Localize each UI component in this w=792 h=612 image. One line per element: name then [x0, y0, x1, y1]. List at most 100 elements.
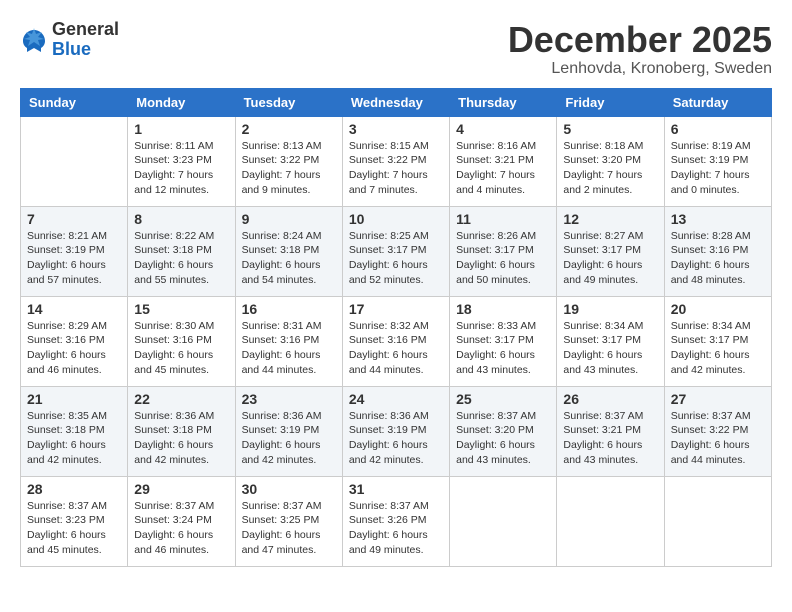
day-info: Sunrise: 8:37 AM Sunset: 3:26 PM Dayligh…: [349, 499, 443, 558]
calendar-cell: 7 Sunrise: 8:21 AM Sunset: 3:19 PM Daylig…: [21, 206, 128, 296]
day-number: 30: [242, 481, 336, 497]
calendar-cell: 2Sunrise: 8:13 AM Sunset: 3:22 PM Daylig…: [235, 116, 342, 206]
day-number: 27: [671, 391, 765, 407]
day-info: Sunrise: 8:37 AM Sunset: 3:20 PM Dayligh…: [456, 409, 550, 468]
day-info: Sunrise: 8:31 AM Sunset: 3:16 PM Dayligh…: [242, 319, 336, 378]
calendar-header-tuesday: Tuesday: [235, 88, 342, 116]
calendar-table: SundayMondayTuesdayWednesdayThursdayFrid…: [20, 88, 772, 567]
calendar-cell: 15 Sunrise: 8:30 AM Sunset: 3:16 PM Dayli…: [128, 296, 235, 386]
calendar-header-friday: Friday: [557, 88, 664, 116]
calendar-cell: 21Sunrise: 8:35 AM Sunset: 3:18 PM Dayli…: [21, 386, 128, 476]
calendar-cell: 23Sunrise: 8:36 AM Sunset: 3:19 PM Dayli…: [235, 386, 342, 476]
day-info: Sunrise: 8:27 AM Sunset: 3:17 PM Dayligh…: [563, 229, 657, 288]
title-area: December 2025 Lenhovda, Kronoberg, Swede…: [508, 20, 772, 78]
calendar-cell: [664, 476, 771, 566]
calendar-cell: 24Sunrise: 8:36 AM Sunset: 3:19 PM Dayli…: [342, 386, 449, 476]
calendar-cell: 4 Sunrise: 8:16 AM Sunset: 3:21 PM Daylig…: [450, 116, 557, 206]
calendar-cell: 22Sunrise: 8:36 AM Sunset: 3:18 PM Dayli…: [128, 386, 235, 476]
day-info: Sunrise: 8:37 AM Sunset: 3:23 PM Dayligh…: [27, 499, 121, 558]
day-number: 17: [349, 301, 443, 317]
day-info: Sunrise: 8:26 AM Sunset: 3:17 PM Dayligh…: [456, 229, 550, 288]
day-number: 9: [242, 211, 336, 227]
day-number: 21: [27, 391, 121, 407]
day-number: 10: [349, 211, 443, 227]
calendar-header-thursday: Thursday: [450, 88, 557, 116]
month-title: December 2025: [508, 20, 772, 60]
day-number: 20: [671, 301, 765, 317]
day-info: Sunrise: 8:11 AM Sunset: 3:23 PM Dayligh…: [134, 139, 228, 198]
day-number: 26: [563, 391, 657, 407]
day-number: 15: [134, 301, 228, 317]
calendar-cell: 12 Sunrise: 8:27 AM Sunset: 3:17 PM Dayli…: [557, 206, 664, 296]
day-number: 12: [563, 211, 657, 227]
day-number: 7: [27, 211, 121, 227]
calendar-cell: 8 Sunrise: 8:22 AM Sunset: 3:18 PM Daylig…: [128, 206, 235, 296]
week-row-5: 28Sunrise: 8:37 AM Sunset: 3:23 PM Dayli…: [21, 476, 772, 566]
calendar-header-wednesday: Wednesday: [342, 88, 449, 116]
day-info: Sunrise: 8:34 AM Sunset: 3:17 PM Dayligh…: [671, 319, 765, 378]
calendar-cell: 28Sunrise: 8:37 AM Sunset: 3:23 PM Dayli…: [21, 476, 128, 566]
day-number: 22: [134, 391, 228, 407]
logo: General Blue: [20, 20, 119, 60]
day-number: 19: [563, 301, 657, 317]
day-number: 31: [349, 481, 443, 497]
calendar-header-sunday: Sunday: [21, 88, 128, 116]
day-info: Sunrise: 8:34 AM Sunset: 3:17 PM Dayligh…: [563, 319, 657, 378]
day-info: Sunrise: 8:32 AM Sunset: 3:16 PM Dayligh…: [349, 319, 443, 378]
calendar-cell: 11 Sunrise: 8:26 AM Sunset: 3:17 PM Dayli…: [450, 206, 557, 296]
calendar-header-row: SundayMondayTuesdayWednesdayThursdayFrid…: [21, 88, 772, 116]
calendar-cell: 10 Sunrise: 8:25 AM Sunset: 3:17 PM Dayli…: [342, 206, 449, 296]
week-row-1: 1 Sunrise: 8:11 AM Sunset: 3:23 PM Daylig…: [21, 116, 772, 206]
week-row-4: 21Sunrise: 8:35 AM Sunset: 3:18 PM Dayli…: [21, 386, 772, 476]
day-number: 6: [671, 121, 765, 137]
day-info: Sunrise: 8:15 AM Sunset: 3:22 PM Dayligh…: [349, 139, 443, 198]
day-info: Sunrise: 8:36 AM Sunset: 3:19 PM Dayligh…: [349, 409, 443, 468]
calendar-cell: 9 Sunrise: 8:24 AM Sunset: 3:18 PM Daylig…: [235, 206, 342, 296]
calendar-cell: [21, 116, 128, 206]
calendar-cell: 6Sunrise: 8:19 AM Sunset: 3:19 PM Daylig…: [664, 116, 771, 206]
calendar-cell: 26 Sunrise: 8:37 AM Sunset: 3:21 PM Dayli…: [557, 386, 664, 476]
calendar-cell: 19 Sunrise: 8:34 AM Sunset: 3:17 PM Dayli…: [557, 296, 664, 386]
calendar-cell: 31 Sunrise: 8:37 AM Sunset: 3:26 PM Dayli…: [342, 476, 449, 566]
calendar-cell: 25Sunrise: 8:37 AM Sunset: 3:20 PM Dayli…: [450, 386, 557, 476]
day-info: Sunrise: 8:30 AM Sunset: 3:16 PM Dayligh…: [134, 319, 228, 378]
day-number: 16: [242, 301, 336, 317]
day-number: 29: [134, 481, 228, 497]
day-info: Sunrise: 8:28 AM Sunset: 3:16 PM Dayligh…: [671, 229, 765, 288]
day-info: Sunrise: 8:36 AM Sunset: 3:19 PM Dayligh…: [242, 409, 336, 468]
calendar-cell: [557, 476, 664, 566]
week-row-2: 7 Sunrise: 8:21 AM Sunset: 3:19 PM Daylig…: [21, 206, 772, 296]
day-info: Sunrise: 8:25 AM Sunset: 3:17 PM Dayligh…: [349, 229, 443, 288]
day-number: 14: [27, 301, 121, 317]
day-number: 4: [456, 121, 550, 137]
calendar-cell: 1 Sunrise: 8:11 AM Sunset: 3:23 PM Daylig…: [128, 116, 235, 206]
day-info: Sunrise: 8:29 AM Sunset: 3:16 PM Dayligh…: [27, 319, 121, 378]
location-title: Lenhovda, Kronoberg, Sweden: [508, 60, 772, 78]
calendar-cell: 29Sunrise: 8:37 AM Sunset: 3:24 PM Dayli…: [128, 476, 235, 566]
day-info: Sunrise: 8:22 AM Sunset: 3:18 PM Dayligh…: [134, 229, 228, 288]
calendar-cell: 17 Sunrise: 8:32 AM Sunset: 3:16 PM Dayli…: [342, 296, 449, 386]
day-info: Sunrise: 8:18 AM Sunset: 3:20 PM Dayligh…: [563, 139, 657, 198]
logo-text: General Blue: [52, 20, 119, 60]
day-info: Sunrise: 8:37 AM Sunset: 3:21 PM Dayligh…: [563, 409, 657, 468]
day-info: Sunrise: 8:16 AM Sunset: 3:21 PM Dayligh…: [456, 139, 550, 198]
calendar-cell: 5 Sunrise: 8:18 AM Sunset: 3:20 PM Daylig…: [557, 116, 664, 206]
day-number: 13: [671, 211, 765, 227]
day-number: 5: [563, 121, 657, 137]
day-info: Sunrise: 8:21 AM Sunset: 3:19 PM Dayligh…: [27, 229, 121, 288]
calendar-cell: 20 Sunrise: 8:34 AM Sunset: 3:17 PM Dayli…: [664, 296, 771, 386]
day-info: Sunrise: 8:24 AM Sunset: 3:18 PM Dayligh…: [242, 229, 336, 288]
day-info: Sunrise: 8:37 AM Sunset: 3:25 PM Dayligh…: [242, 499, 336, 558]
calendar-cell: 3Sunrise: 8:15 AM Sunset: 3:22 PM Daylig…: [342, 116, 449, 206]
day-number: 18: [456, 301, 550, 317]
logo-icon: [20, 26, 48, 54]
day-info: Sunrise: 8:33 AM Sunset: 3:17 PM Dayligh…: [456, 319, 550, 378]
week-row-3: 14 Sunrise: 8:29 AM Sunset: 3:16 PM Dayli…: [21, 296, 772, 386]
day-number: 11: [456, 211, 550, 227]
day-number: 2: [242, 121, 336, 137]
calendar-cell: 13 Sunrise: 8:28 AM Sunset: 3:16 PM Dayli…: [664, 206, 771, 296]
day-number: 8: [134, 211, 228, 227]
day-number: 1: [134, 121, 228, 137]
calendar-cell: 18 Sunrise: 8:33 AM Sunset: 3:17 PM Dayli…: [450, 296, 557, 386]
calendar-cell: 16 Sunrise: 8:31 AM Sunset: 3:16 PM Dayli…: [235, 296, 342, 386]
